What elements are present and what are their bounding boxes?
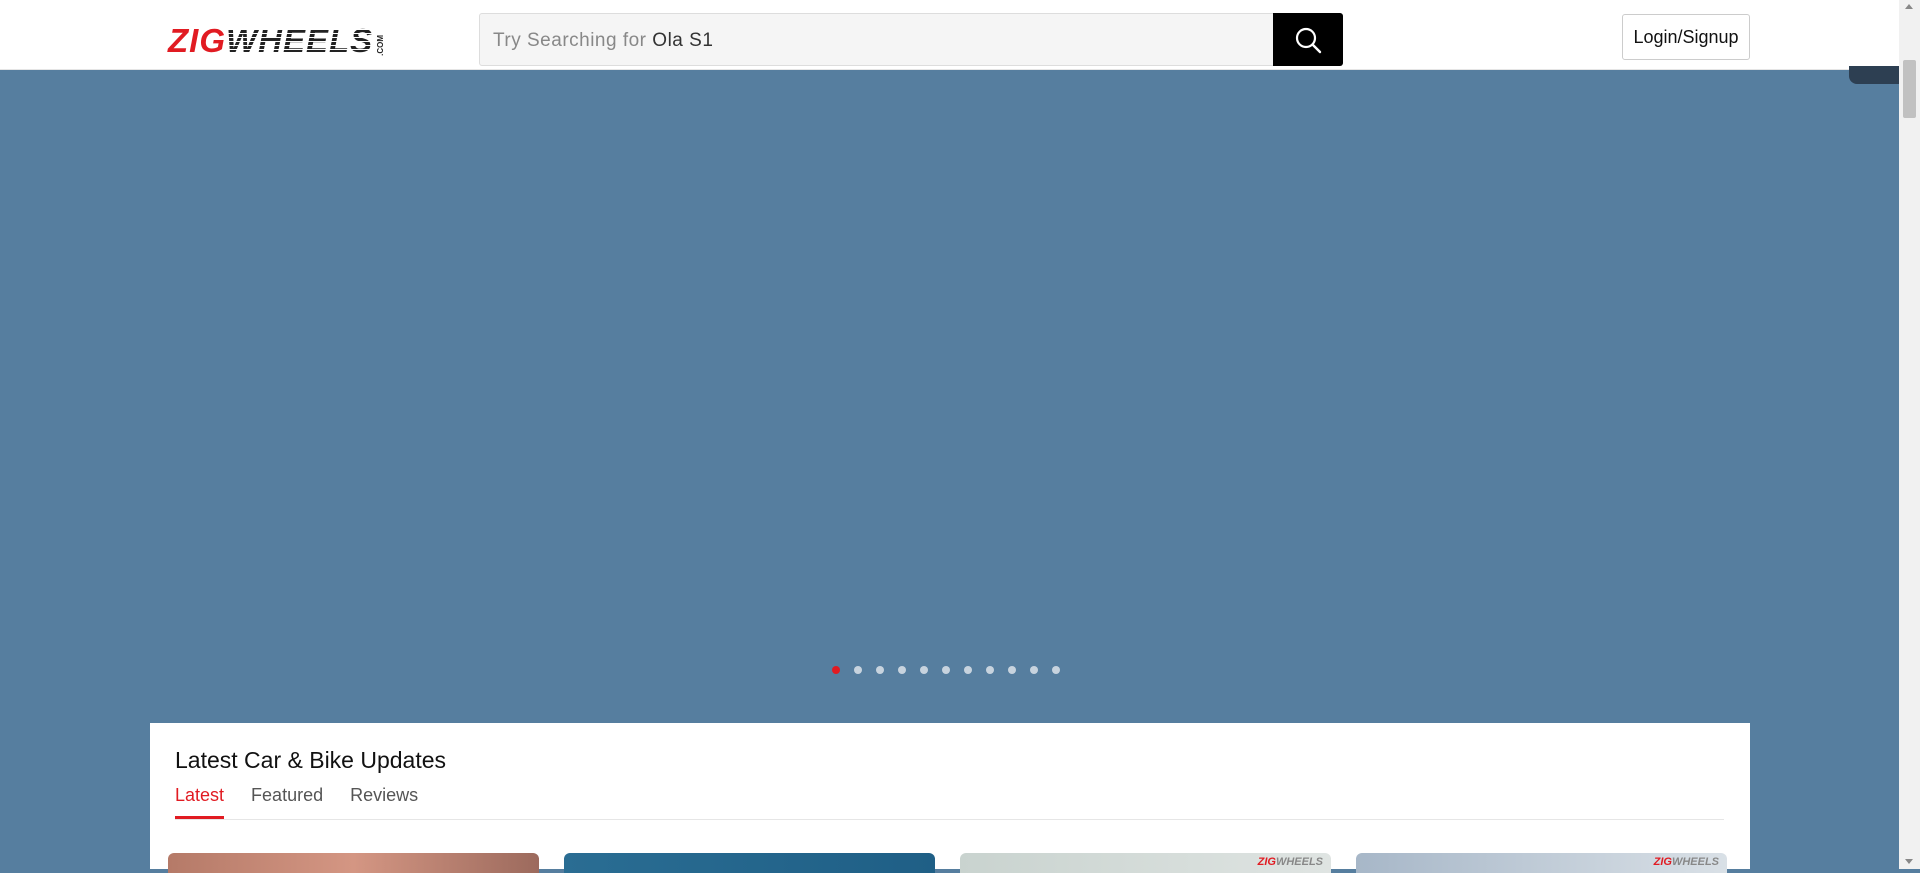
tab-reviews[interactable]: Reviews [350, 785, 418, 819]
scroll-down-arrow-icon[interactable] [1905, 859, 1913, 864]
carousel-dot[interactable] [832, 666, 840, 674]
update-card[interactable] [564, 853, 935, 873]
update-cards: ZIGWHEELS ZIGWHEELS [168, 853, 1727, 873]
tab-latest[interactable]: Latest [175, 785, 225, 819]
site-header: ZIG WHEELS .COM Try Searching for Ola S1… [0, 0, 1899, 70]
tabs-divider [175, 819, 1724, 820]
carousel-dot[interactable] [876, 666, 884, 674]
page-scrollbar[interactable] [1899, 0, 1920, 869]
carousel-dot[interactable] [1052, 666, 1060, 674]
carousel-dot[interactable] [1008, 666, 1016, 674]
carousel-dot[interactable] [854, 666, 862, 674]
side-floating-tab[interactable] [1849, 66, 1899, 84]
carousel-dot[interactable] [964, 666, 972, 674]
update-card[interactable] [168, 853, 539, 873]
carousel-dot[interactable] [920, 666, 928, 674]
search-prefix: Try Searching for [493, 30, 647, 51]
carousel-dot[interactable] [942, 666, 950, 674]
carousel-dots [832, 666, 1060, 674]
search-placeholder: Try Searching for Ola S1 [493, 30, 713, 52]
search-hint: Ola S1 [652, 30, 714, 51]
zigwheels-logo[interactable]: ZIG WHEELS .COM [168, 22, 386, 60]
update-card[interactable]: ZIGWHEELS [1356, 853, 1727, 873]
section-title: Latest Car & Bike Updates [175, 747, 447, 773]
scroll-up-arrow-icon[interactable] [1905, 4, 1913, 9]
logo-wheels: WHEELS [226, 22, 374, 59]
card-watermark: ZIGWHEELS [1653, 856, 1719, 868]
update-card[interactable]: ZIGWHEELS [960, 853, 1331, 873]
search-input[interactable]: Try Searching for Ola S1 [479, 13, 1343, 66]
updates-tabs: Latest Featured Reviews [175, 785, 418, 819]
tab-featured[interactable]: Featured [251, 785, 323, 819]
carousel-dot[interactable] [986, 666, 994, 674]
scrollbar-thumb[interactable] [1903, 60, 1916, 118]
logo-zig: ZIG [168, 22, 226, 59]
search-icon [1295, 27, 1322, 53]
search-button[interactable] [1273, 13, 1343, 66]
card-watermark: ZIGWHEELS [1257, 856, 1323, 868]
logo-com: .COM [376, 35, 386, 56]
login-signup-button[interactable]: Login/Signup [1622, 14, 1750, 60]
carousel-dot[interactable] [1030, 666, 1038, 674]
latest-updates-section: Latest Car & Bike Updates Latest Feature… [150, 723, 1750, 873]
carousel-dot[interactable] [898, 666, 906, 674]
